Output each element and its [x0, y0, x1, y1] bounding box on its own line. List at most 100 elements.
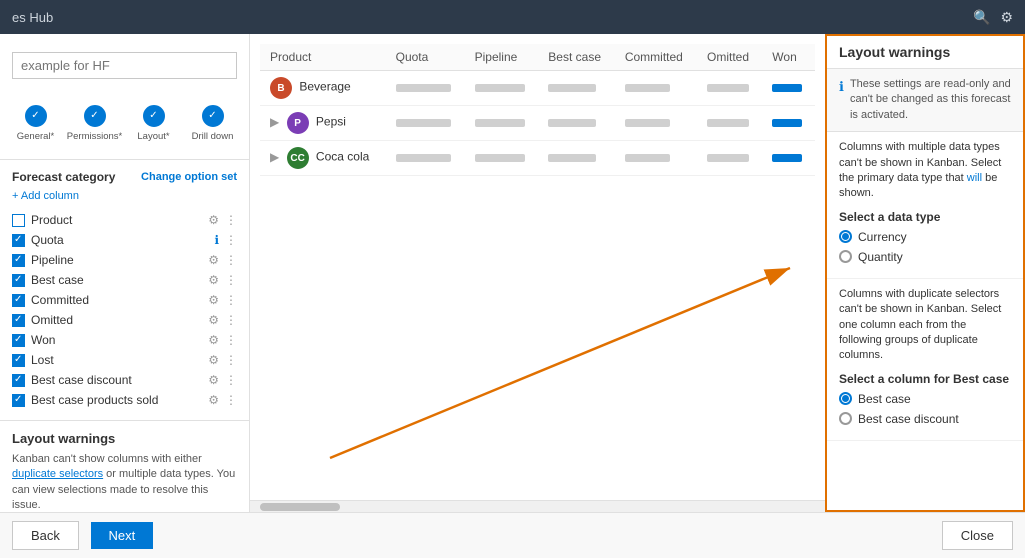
change-option-link[interactable]: Change option set	[141, 171, 237, 183]
checkbox-won[interactable]	[12, 334, 25, 347]
cell-quota-beverage	[386, 71, 465, 106]
settings-icon[interactable]: ⚙	[1000, 9, 1013, 26]
radio-circle-quantity[interactable]	[839, 250, 852, 263]
duplicate-selectors-link[interactable]: duplicate selectors	[12, 468, 103, 480]
center-content: Product Quota Pipeline Best case Committ…	[250, 34, 825, 512]
col-header-won: Won	[762, 44, 815, 71]
category-item-bestcase: Best case ⚙ ⋮	[12, 270, 237, 290]
back-button[interactable]: Back	[12, 521, 79, 550]
cell-omitted-pepsi	[697, 106, 762, 141]
info-icon-quota[interactable]: ℹ	[214, 233, 219, 247]
category-name-omitted: Omitted	[31, 313, 73, 327]
col-header-pipeline: Pipeline	[465, 44, 539, 71]
radio-bestcase[interactable]: Best case	[839, 392, 1011, 406]
radio-bestcase-discount[interactable]: Best case discount	[839, 412, 1011, 426]
gear-icon-committed[interactable]: ⚙	[208, 293, 219, 307]
dots-icon-quota[interactable]: ⋮	[225, 233, 237, 247]
dots-icon-product[interactable]: ⋮	[225, 213, 237, 227]
checkbox-quota[interactable]	[12, 234, 25, 247]
radio-circle-bestcase[interactable]	[839, 392, 852, 405]
radio-label-quantity: Quantity	[858, 250, 903, 264]
expand-icon-pepsi[interactable]: ▶	[270, 115, 279, 129]
bar	[772, 84, 802, 92]
add-column-button[interactable]: + Add column	[12, 190, 237, 202]
gear-icon-bestcase-discount[interactable]: ⚙	[208, 373, 219, 387]
select-datatype-label: Select a data type	[839, 210, 1011, 224]
category-item-bestcase-discount: Best case discount ⚙ ⋮	[12, 370, 237, 390]
gear-icon-omitted[interactable]: ⚙	[208, 313, 219, 327]
cell-product-pepsi: ▶ P Pepsi	[260, 106, 386, 141]
checkbox-pipeline[interactable]	[12, 254, 25, 267]
bar	[396, 154, 451, 162]
radio-currency[interactable]: Currency	[839, 230, 1011, 244]
bar	[625, 119, 670, 127]
top-bar-icons: 🔍 ⚙	[973, 9, 1013, 26]
category-item-lost: Lost ⚙ ⋮	[12, 350, 237, 370]
radio-circle-currency[interactable]	[839, 230, 852, 243]
table-header-row: Product Quota Pipeline Best case Committ…	[260, 44, 815, 71]
step-general[interactable]: ✓ General*	[8, 105, 63, 142]
dots-icon-won[interactable]: ⋮	[225, 333, 237, 347]
checkbox-bestcase-products[interactable]	[12, 394, 25, 407]
bar	[548, 84, 596, 92]
dots-icon-pipeline[interactable]: ⋮	[225, 253, 237, 267]
checkbox-product[interactable]	[12, 214, 25, 227]
next-button[interactable]: Next	[91, 522, 154, 549]
gear-icon-pipeline[interactable]: ⚙	[208, 253, 219, 267]
category-name-won: Won	[31, 333, 55, 347]
scrollbar-thumb[interactable]	[260, 503, 340, 511]
gear-icon-won[interactable]: ⚙	[208, 333, 219, 347]
col-header-product: Product	[260, 44, 386, 71]
cell-quota-pepsi	[386, 106, 465, 141]
bar	[475, 154, 525, 162]
checkbox-bestcase-discount[interactable]	[12, 374, 25, 387]
checkbox-lost[interactable]	[12, 354, 25, 367]
layout-warnings-bottom-desc: Kanban can't show columns with either du…	[12, 452, 237, 512]
bar	[772, 119, 802, 127]
select-bestcase-label: Select a column for Best case	[839, 372, 1011, 386]
checkbox-committed[interactable]	[12, 294, 25, 307]
gear-icon-bestcase-products[interactable]: ⚙	[208, 393, 219, 407]
gear-icon-bestcase[interactable]: ⚙	[208, 273, 219, 287]
table-row: ▶ CC Coca cola	[260, 141, 815, 176]
bar	[548, 154, 596, 162]
checkbox-omitted[interactable]	[12, 314, 25, 327]
dots-icon-lost[interactable]: ⋮	[225, 353, 237, 367]
dots-icon-bestcase-discount[interactable]: ⋮	[225, 373, 237, 387]
search-icon[interactable]: 🔍	[973, 9, 990, 26]
search-bar	[0, 44, 249, 87]
rp-text-datatype: Columns with multiple data types can't b…	[839, 140, 1011, 202]
left-panel: ✓ General* ✓ Permissions* ✓ Layout* ✓ Dr…	[0, 34, 250, 512]
gear-icon-product[interactable]: ⚙	[208, 213, 219, 227]
avatar-cocacola: CC	[287, 147, 309, 169]
close-button[interactable]: Close	[942, 521, 1013, 550]
checkbox-bestcase[interactable]	[12, 274, 25, 287]
radio-quantity[interactable]: Quantity	[839, 250, 1011, 264]
step-permissions[interactable]: ✓ Permissions*	[67, 105, 122, 142]
dots-icon-bestcase-products[interactable]: ⋮	[225, 393, 237, 407]
readonly-notice: ℹ These settings are read-only and can't…	[827, 69, 1023, 132]
category-name-quota: Quota	[31, 233, 64, 247]
dots-icon-bestcase[interactable]: ⋮	[225, 273, 237, 287]
dots-icon-omitted[interactable]: ⋮	[225, 313, 237, 327]
radio-label-bestcase-discount: Best case discount	[858, 412, 959, 426]
cell-pipeline-cocacola	[465, 141, 539, 176]
search-input[interactable]	[12, 52, 237, 79]
category-name-committed: Committed	[31, 293, 89, 307]
bar	[625, 84, 670, 92]
bar	[707, 154, 749, 162]
dots-icon-committed[interactable]: ⋮	[225, 293, 237, 307]
category-item-pipeline: Pipeline ⚙ ⋮	[12, 250, 237, 270]
cell-bestcase-beverage	[538, 71, 615, 106]
expand-icon-cocacola[interactable]: ▶	[270, 150, 279, 164]
step-label-drilldown: Drill down	[192, 131, 234, 142]
step-drilldown[interactable]: ✓ Drill down	[185, 105, 240, 142]
radio-circle-bestcase-discount[interactable]	[839, 412, 852, 425]
gear-icon-lost[interactable]: ⚙	[208, 353, 219, 367]
horizontal-scrollbar[interactable]	[250, 500, 825, 512]
category-section: Forecast category Change option set + Ad…	[0, 160, 249, 420]
step-layout[interactable]: ✓ Layout*	[126, 105, 181, 142]
bar	[548, 119, 596, 127]
layout-warnings-bottom-title: Layout warnings	[12, 431, 237, 446]
readonly-text: These settings are read-only and can't b…	[850, 77, 1011, 123]
